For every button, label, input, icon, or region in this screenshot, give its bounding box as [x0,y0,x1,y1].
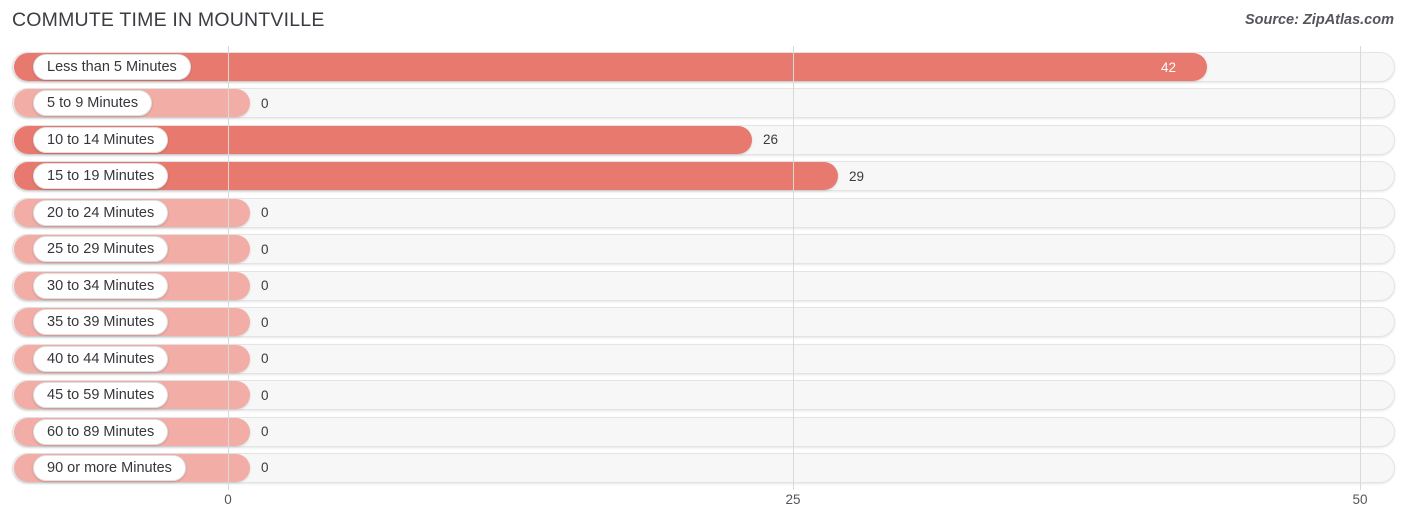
category-label-pill: 90 or more Minutes [33,454,186,481]
bar-value-label: 0 [261,387,269,403]
bar-value-label: 0 [261,241,269,257]
category-label-pill: 35 to 39 Minutes [33,309,169,336]
category-label-pill: Less than 5 Minutes [33,54,191,80]
bar-row: 40 to 44 Minutes 0 [0,343,1406,374]
category-label-pill: 25 to 29 Minutes [33,236,169,263]
x-axis-tick-label: 0 [224,492,232,507]
category-label-pill: 10 to 14 Minutes [33,126,169,153]
bar-row: 25 to 29 Minutes 0 [0,234,1406,265]
page-title: COMMUTE TIME IN MOUNTVILLE [12,9,325,31]
category-label-pill: 20 to 24 Minutes [33,199,169,226]
category-label: 20 to 24 Minutes [47,204,155,221]
bar-value-label: 0 [261,460,269,476]
x-axis-tick-label: 25 [785,492,801,507]
bar-row: 60 to 89 Minutes 0 [0,416,1406,447]
bar-row: 10 to 14 Minutes 26 [0,124,1406,155]
category-label: 25 to 29 Minutes [47,241,155,258]
category-label-pill: 45 to 59 Minutes [33,382,169,409]
bar-value-label: 0 [261,278,269,294]
category-label: 90 or more Minutes [47,459,172,476]
category-label-pill: 40 to 44 Minutes [33,345,169,372]
chart-page: COMMUTE TIME IN MOUNTVILLE Source: ZipAt… [0,0,1406,522]
chart-header: COMMUTE TIME IN MOUNTVILLE Source: ZipAt… [0,0,1406,44]
category-label-pill: 5 to 9 Minutes [33,90,153,117]
x-axis: 0 25 50 [0,490,1406,522]
bar-value-label: 42 [1161,59,1177,75]
bar-row: 20 to 24 Minutes 0 [0,197,1406,228]
bar-value-label: 0 [261,351,269,367]
category-label-pill: 15 to 19 Minutes [33,163,169,190]
category-label: 40 to 44 Minutes [47,350,155,367]
category-label: 10 to 14 Minutes [47,131,155,148]
bar[interactable] [14,53,1207,81]
bar-value-label: 26 [763,132,779,148]
source-attribution: Source: ZipAtlas.com [1244,12,1394,28]
bar-value-label: 0 [261,205,269,221]
category-label: 15 to 19 Minutes [47,168,155,185]
plot-area: Less than 5 Minutes 42 5 to 9 Minutes 0 10 t… [0,46,1406,490]
bar-row: 30 to 34 Minutes 0 [0,270,1406,301]
category-label: 60 to 89 Minutes [47,423,155,440]
bar-row: 5 to 9 Minutes 0 [0,88,1406,119]
bar-row: 45 to 59 Minutes 0 [0,380,1406,411]
bar-row: 90 or more Minutes 0 [0,452,1406,483]
bar-value-label: 0 [261,424,269,439]
category-label: 30 to 34 Minutes [47,277,155,294]
bar-row: Less than 5 Minutes 42 [0,52,1406,82]
bar-value-label: 29 [849,168,865,184]
category-label-pill: 30 to 34 Minutes [33,272,169,299]
category-label: 35 to 39 Minutes [47,314,155,331]
bar-row: 15 to 19 Minutes 29 [0,161,1406,192]
bar-value-label: 0 [261,314,269,330]
bar-value-label: 0 [261,95,269,111]
category-label: 45 to 59 Minutes [47,387,155,404]
x-axis-tick-label: 50 [1352,492,1368,507]
category-label: 5 to 9 Minutes [47,95,139,112]
category-label: Less than 5 Minutes [47,59,177,75]
bar-row: 35 to 39 Minutes 0 [0,307,1406,338]
category-label-pill: 60 to 89 Minutes [33,418,169,445]
